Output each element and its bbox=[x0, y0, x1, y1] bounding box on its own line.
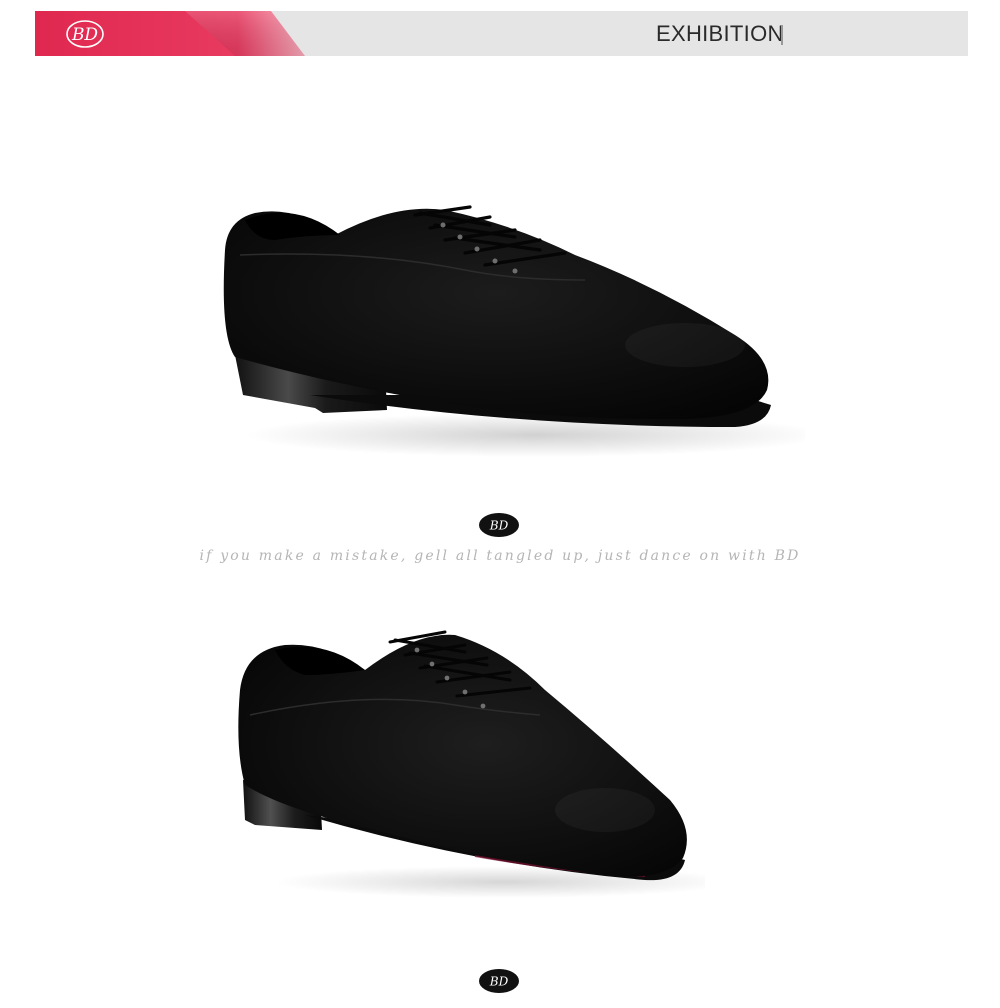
title-divider bbox=[781, 25, 783, 45]
bd-logo-icon: BD bbox=[66, 20, 104, 48]
brand-tagline: if you make a mistake, gell all tangled … bbox=[199, 548, 801, 564]
header-bar: BD EXHIBITION bbox=[35, 11, 968, 56]
shoe-photo-side bbox=[223, 205, 805, 457]
page-title: EXHIBITION bbox=[656, 21, 784, 46]
svg-text:BD: BD bbox=[71, 25, 98, 45]
bd-logo-mark-icon: BD bbox=[479, 969, 519, 993]
svg-text:BD: BD bbox=[489, 519, 509, 533]
shoe-photo-angle bbox=[238, 630, 705, 898]
svg-text:BD: BD bbox=[489, 975, 509, 989]
bd-logo-mark-icon: BD bbox=[479, 513, 519, 537]
